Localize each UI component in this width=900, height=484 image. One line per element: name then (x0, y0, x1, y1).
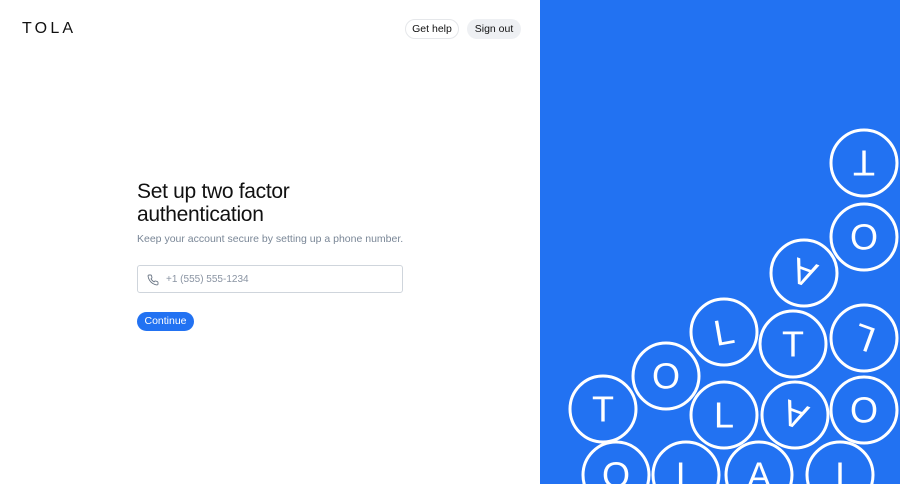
page-subtitle: Keep your account secure by setting up a… (137, 233, 404, 245)
coin-letter-a: A (760, 380, 830, 450)
auth-form-panel: TOLA Get help Sign out Set up two factor… (0, 0, 540, 484)
phone-field[interactable] (137, 265, 403, 293)
coin-letter-t: T (805, 440, 875, 484)
phone-input[interactable] (166, 266, 396, 292)
coin-letter: A (747, 455, 771, 484)
coin-letter-o: O (581, 440, 651, 484)
coin-letter-l: L (689, 380, 759, 450)
coin-letter: A (777, 392, 814, 439)
coin-letter: L (676, 455, 696, 484)
coin-letter-o: O (631, 341, 701, 411)
phone-icon (147, 273, 159, 286)
coin-letter: L (711, 310, 738, 354)
coin-letter: L (714, 395, 734, 436)
tola-coin-pattern: T O A L T L O T L A O O L A T (568, 128, 899, 484)
coin-letter: O (602, 455, 630, 484)
page-title: Set up two factor authentication (137, 180, 290, 226)
coin-letter: A (786, 250, 823, 297)
continue-button[interactable]: Continue (137, 312, 194, 331)
coin-letter: T (592, 389, 614, 430)
coin-letter: T (829, 455, 851, 484)
tola-logo[interactable]: TOLA (22, 20, 76, 38)
coin-letter-t: T (829, 128, 899, 198)
coin-letter-a: A (724, 440, 794, 484)
coin-letter-o: O (829, 375, 899, 445)
coin-letter: O (652, 356, 680, 397)
coin-letter-o: O (829, 202, 899, 272)
coin-letter-l: L (651, 440, 721, 484)
coin-letter: T (782, 324, 804, 365)
coin-letter-t: T (758, 309, 828, 379)
coin-letter-l: L (829, 303, 899, 373)
coin-letter-l: L (689, 297, 759, 367)
coin-letter-t: T (568, 374, 638, 444)
sign-out-button[interactable]: Sign out (467, 19, 521, 39)
coin-letter: T (853, 143, 875, 184)
coin-letter: L (848, 315, 881, 360)
coin-letter: O (850, 390, 878, 431)
coin-letter: O (850, 217, 878, 258)
coin-letter-a: A (769, 238, 839, 308)
brand-pattern-panel: T O A L T L O T L A O O L A T (540, 0, 900, 484)
get-help-button[interactable]: Get help (405, 19, 459, 39)
